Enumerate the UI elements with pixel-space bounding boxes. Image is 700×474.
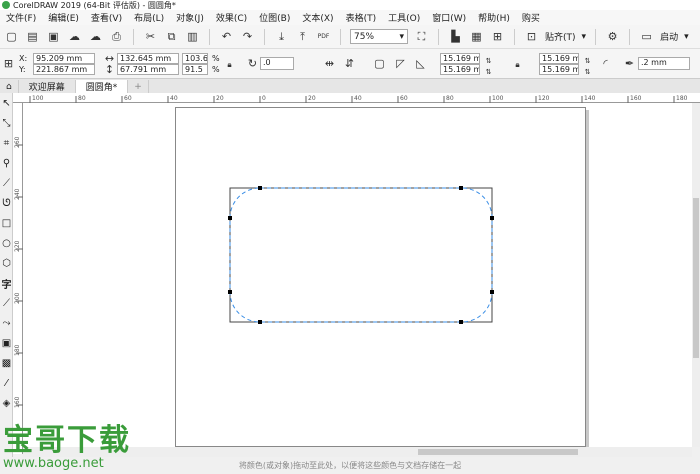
bounding-box	[229, 187, 493, 323]
watermark: 宝哥下载 www.baoge.net	[3, 415, 163, 471]
scroll-thumb[interactable]	[693, 198, 699, 358]
node-handle[interactable]	[228, 290, 232, 294]
scroll-thumb[interactable]	[418, 449, 578, 455]
watermark-title: 宝哥下载	[3, 423, 131, 458]
node-handle[interactable]	[490, 216, 494, 220]
vertical-scrollbar[interactable]	[692, 103, 700, 447]
node-handle[interactable]	[490, 290, 494, 294]
rounded-rectangle[interactable]	[229, 187, 493, 323]
selection-handles[interactable]	[228, 186, 494, 324]
node-handle[interactable]	[459, 186, 463, 190]
node-handle[interactable]	[258, 320, 262, 324]
node-handle[interactable]	[258, 186, 262, 190]
palette-hint-text: 将颜色(或对象)拖动至此处，以便将这些颜色与文档存储在一起	[238, 461, 462, 470]
node-handle[interactable]	[459, 320, 463, 324]
watermark-url: www.baoge.net	[3, 456, 104, 471]
node-handle[interactable]	[228, 216, 232, 220]
selection-overlay	[228, 186, 494, 324]
